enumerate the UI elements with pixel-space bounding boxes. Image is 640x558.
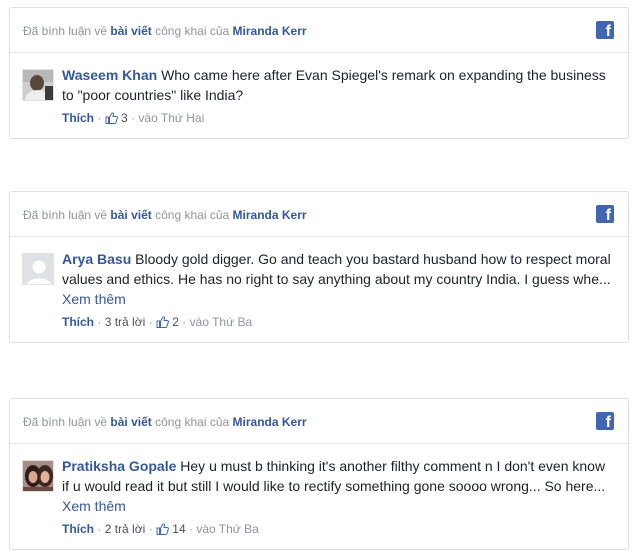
- thumbs-up-icon: [156, 523, 169, 535]
- comment-actions: Thích · 2 trả lời · 14 · vào Thứ Ba: [62, 520, 618, 538]
- thumbs-up-icon: [156, 316, 169, 328]
- post-link[interactable]: bài viết: [110, 24, 151, 38]
- separator: ·: [182, 315, 190, 329]
- comment-body: Pratiksha Gopale Hey u must b thinking i…: [10, 444, 628, 538]
- comment-actions: Thích · 3 trả lời · 2 · vào Thứ Ba: [62, 313, 618, 331]
- comment-body: Arya Basu Bloody gold digger. Go and tea…: [10, 237, 628, 331]
- like-count-link[interactable]: 14: [156, 522, 189, 536]
- comment-text: Waseem Khan Who came here after Evan Spi…: [62, 65, 618, 105]
- comment-actions: Thích · 3 · vào Thứ Hai: [62, 109, 618, 127]
- like-count: 3: [121, 111, 128, 125]
- comment-line: Who came here after Evan Spiegel's remar…: [161, 67, 606, 83]
- comment-card: Đã bình luận về bài viết công khai của M…: [9, 191, 629, 343]
- replies-link[interactable]: 2 trả lời: [105, 522, 146, 536]
- page-link[interactable]: Miranda Kerr: [233, 415, 307, 429]
- comment-card: Đã bình luận về bài viết công khai của M…: [9, 7, 629, 139]
- like-count-link[interactable]: 2: [156, 315, 182, 329]
- thumbs-up-icon: [105, 112, 118, 124]
- separator: ·: [97, 522, 105, 536]
- card-header: Đã bình luận về bài viết công khai của M…: [10, 399, 628, 444]
- comment-text: Arya Basu Bloody gold digger. Go and tea…: [62, 249, 618, 289]
- separator: ·: [97, 315, 105, 329]
- author-name[interactable]: Arya Basu: [62, 251, 131, 267]
- avatar[interactable]: [22, 69, 54, 101]
- comment-card: Đã bình luận về bài viết công khai của M…: [9, 398, 629, 550]
- user-photo-icon: [23, 461, 53, 491]
- like-button[interactable]: Thích: [62, 315, 94, 329]
- facebook-logo-icon[interactable]: f: [596, 21, 614, 39]
- comment-line: if u would read it but still I would lik…: [62, 478, 606, 494]
- separator: ·: [97, 111, 105, 125]
- see-more-link[interactable]: Xem thêm: [62, 289, 618, 309]
- like-count-link[interactable]: 3: [105, 111, 131, 125]
- separator: ·: [148, 315, 156, 329]
- comment-line: Bloody gold digger. Go and teach you bas…: [135, 251, 611, 267]
- header-mid: công khai của: [155, 24, 230, 38]
- like-count: 14: [172, 522, 186, 536]
- like-button[interactable]: Thích: [62, 111, 94, 125]
- page-link[interactable]: Miranda Kerr: [233, 208, 307, 222]
- card-header: Đã bình luận về bài viết công khai của M…: [10, 8, 628, 53]
- like-button[interactable]: Thích: [62, 522, 94, 536]
- page-link[interactable]: Miranda Kerr: [233, 24, 307, 38]
- post-link[interactable]: bài viết: [110, 208, 151, 222]
- author-name[interactable]: Waseem Khan: [62, 67, 157, 83]
- comment-line: to "poor countries" like India?: [62, 87, 244, 103]
- like-count: 2: [172, 315, 179, 329]
- comment-line: values and ethics. He has no right to sa…: [62, 271, 611, 287]
- post-link[interactable]: bài viết: [110, 415, 151, 429]
- user-photo-icon: [23, 70, 53, 100]
- timestamp[interactable]: vào Thứ Ba: [190, 315, 253, 329]
- avatar[interactable]: [22, 460, 54, 492]
- header-mid: công khai của: [155, 415, 230, 429]
- timestamp[interactable]: vào Thứ Hai: [138, 111, 204, 125]
- card-header: Đã bình luận về bài viết công khai của M…: [10, 192, 628, 237]
- facebook-logo-icon[interactable]: f: [596, 412, 614, 430]
- comment-body: Waseem Khan Who came here after Evan Spi…: [10, 53, 628, 127]
- see-more-link[interactable]: Xem thêm: [62, 496, 618, 516]
- comment-text: Pratiksha Gopale Hey u must b thinking i…: [62, 456, 618, 496]
- header-prefix: Đã bình luận về: [23, 24, 108, 38]
- header-mid: công khai của: [155, 208, 230, 222]
- separator: ·: [148, 522, 156, 536]
- replies-link[interactable]: 3 trả lời: [105, 315, 146, 329]
- default-avatar-icon: [23, 254, 53, 284]
- header-prefix: Đã bình luận về: [23, 208, 108, 222]
- comment-line: Hey u must b thinking it's another filth…: [180, 458, 606, 474]
- timestamp[interactable]: vào Thứ Ba: [196, 522, 259, 536]
- header-prefix: Đã bình luận về: [23, 415, 108, 429]
- facebook-logo-icon[interactable]: f: [596, 205, 614, 223]
- avatar[interactable]: [22, 253, 54, 285]
- author-name[interactable]: Pratiksha Gopale: [62, 458, 176, 474]
